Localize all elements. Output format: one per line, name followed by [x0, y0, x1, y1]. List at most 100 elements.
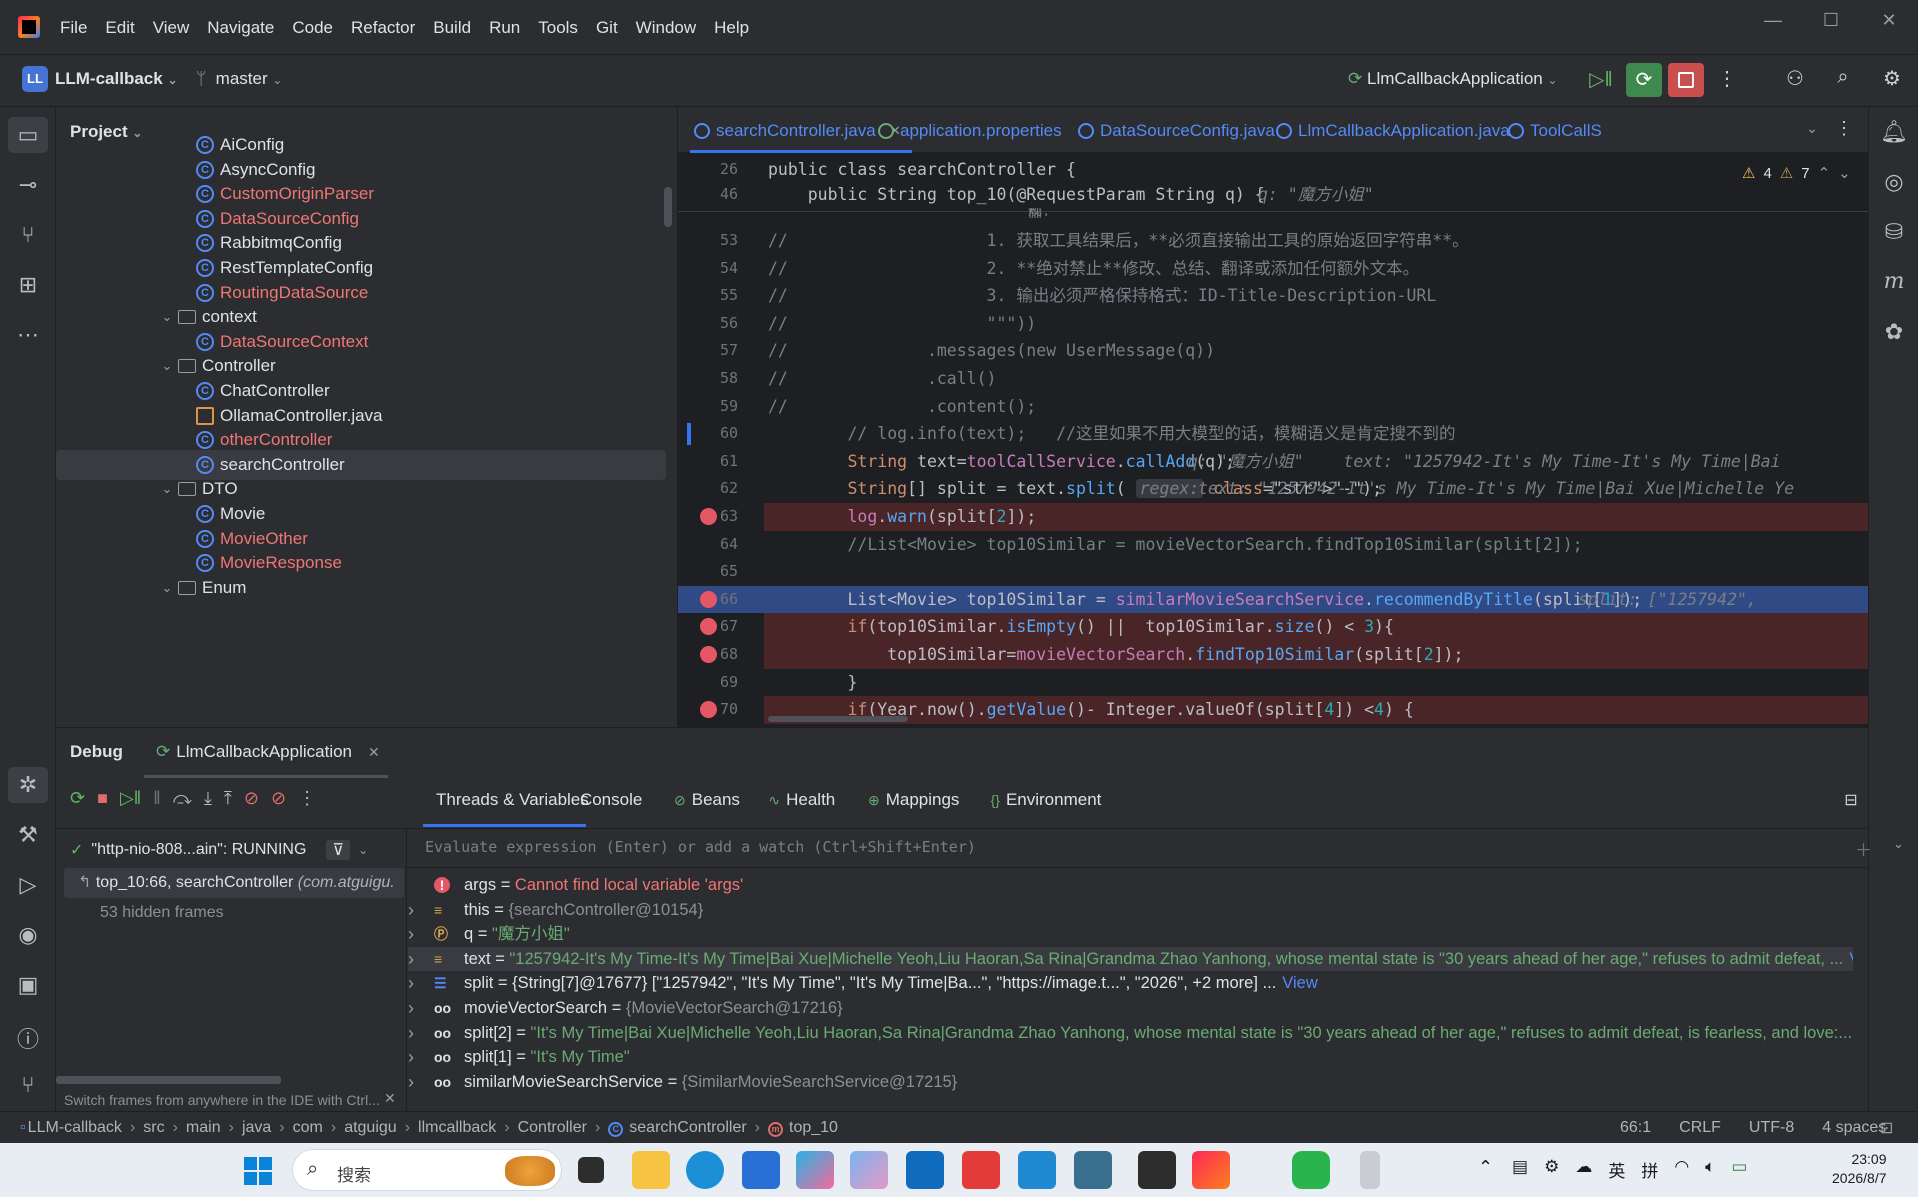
ime-english[interactable]: 英: [1608, 1157, 1625, 1182]
view-link[interactable]: View: [1282, 974, 1317, 992]
chevron-down-icon[interactable]: ⌄: [156, 580, 178, 596]
code-line[interactable]: 59 // .content();: [678, 393, 1868, 421]
code-line[interactable]: 68 top10Similar=movieVectorSearch.findTo…: [678, 641, 1868, 669]
menu-tools[interactable]: Tools: [538, 18, 578, 38]
clock[interactable]: 23:09 2026/8/7: [1832, 1150, 1887, 1188]
maximize-icon[interactable]: ☐: [1802, 10, 1860, 31]
breakpoint-icon[interactable]: [700, 508, 717, 525]
thread-selector[interactable]: ✓ "http-nio-808...ain": RUNNING ⊽ ⌄: [70, 840, 368, 860]
stop-button[interactable]: [1668, 63, 1704, 97]
menu-code[interactable]: Code: [292, 18, 333, 38]
resume-icon[interactable]: ▷‖: [120, 788, 141, 809]
code-line[interactable]: 56 // """)): [678, 310, 1868, 338]
database-icon[interactable]: ⛁: [1869, 219, 1918, 245]
frames-scrollbar[interactable]: [56, 1076, 281, 1084]
arrow-down-icon[interactable]: ⌄: [1838, 164, 1851, 182]
debug-tab-environment[interactable]: {} Environment: [991, 790, 1102, 810]
expand-chevron-icon[interactable]: ›: [408, 947, 414, 972]
chevron-down-icon[interactable]: ⌄: [156, 481, 178, 497]
phone-link-icon[interactable]: [1360, 1151, 1380, 1189]
menu-run[interactable]: Run: [489, 18, 520, 38]
problems-icon[interactable]: ⓘ: [0, 1022, 56, 1054]
rerun-icon[interactable]: ⟳: [70, 788, 85, 809]
wechat-icon[interactable]: [1292, 1151, 1330, 1189]
variable-row[interactable]: › oo split[1] = "It's My Time": [408, 1045, 1853, 1070]
expand-chevron-icon[interactable]: ›: [408, 971, 414, 996]
breadcrumb-item[interactable]: java: [242, 1119, 271, 1137]
tree-item-enum[interactable]: ⌄ Enum: [56, 573, 666, 603]
terminal-app-icon[interactable]: [1138, 1151, 1176, 1189]
hidden-frames[interactable]: 53 hidden frames: [100, 904, 224, 922]
menu-edit[interactable]: Edit: [105, 18, 134, 38]
plugin-icon[interactable]: ✿: [1869, 319, 1918, 345]
mute-breakpoints-icon[interactable]: ⊘: [271, 788, 286, 809]
git-icon[interactable]: ⑂: [0, 1072, 56, 1098]
menu-window[interactable]: Window: [636, 18, 696, 38]
expand-chevron-icon[interactable]: ›: [408, 898, 414, 923]
editor-tab[interactable]: application.properties: [878, 121, 1062, 141]
commit-icon[interactable]: ⊸: [0, 172, 56, 198]
code-line[interactable]: 62 String[] split = text.split( regex: c…: [678, 475, 1868, 503]
debug-tab-threads-variables[interactable]: Threads & Variables: [436, 790, 589, 810]
editor-scrollbar[interactable]: [1853, 215, 1861, 715]
variable-row[interactable]: ! args = Cannot find local variable 'args…: [408, 873, 1853, 898]
expand-chevron-icon[interactable]: ›: [408, 1070, 414, 1095]
lock-icon[interactable]: ⊡: [1880, 1118, 1893, 1138]
variable-row[interactable]: › Ⓟq = "魔方小姐": [408, 922, 1853, 947]
breadcrumb-item[interactable]: atguigu: [344, 1119, 397, 1137]
close-tab-icon[interactable]: ✕: [368, 744, 380, 761]
close-hint-icon[interactable]: ✕: [384, 1090, 396, 1107]
code-line[interactable]: 66 List<Movie> top10Similar = similarMov…: [678, 585, 1868, 614]
editor-tab[interactable]: ToolCallS: [1508, 121, 1602, 141]
menu-file[interactable]: File: [60, 18, 87, 38]
run-config-selector[interactable]: ⟳ LlmCallbackApplication ⌄: [1348, 69, 1558, 89]
menu-help[interactable]: Help: [714, 18, 749, 38]
menu-git[interactable]: Git: [596, 18, 618, 38]
store-icon[interactable]: [742, 1151, 780, 1189]
breadcrumb-item[interactable]: main: [186, 1119, 221, 1137]
cloud-icon[interactable]: ☁: [1575, 1157, 1592, 1182]
more-tools-icon[interactable]: ⋯: [0, 322, 56, 348]
wps-icon[interactable]: [962, 1151, 1000, 1189]
file-explorer-icon[interactable]: [632, 1151, 670, 1189]
expand-chevron-icon[interactable]: ›: [408, 1021, 414, 1046]
menu-navigate[interactable]: Navigate: [207, 18, 274, 38]
view-breakpoints-icon[interactable]: ⊘: [244, 788, 259, 809]
evaluate-input[interactable]: Evaluate expression (Enter) or add a wat…: [407, 828, 1904, 868]
vscode-icon[interactable]: [1018, 1151, 1056, 1189]
code-line[interactable]: 69 }: [678, 669, 1868, 697]
arrow-up-icon[interactable]: ⌃: [1818, 164, 1831, 182]
variable-row[interactable]: › ≡ this = {searchController@10154}: [408, 898, 1853, 923]
wifi-icon[interactable]: ◠: [1674, 1157, 1689, 1182]
breadcrumb-item[interactable]: Controller: [518, 1119, 587, 1137]
variable-row[interactable]: › oo split[2] = "It's My Time|Bai Xue|Mich…: [408, 1021, 1853, 1046]
caret-position[interactable]: 66:1: [1620, 1119, 1651, 1137]
tree-scrollbar[interactable]: [664, 187, 672, 227]
breadcrumb-item[interactable]: ▫ LLM-callback: [20, 1119, 122, 1137]
editor-tab[interactable]: searchController.java ✕: [694, 121, 901, 141]
debug-bug-icon[interactable]: ✲: [8, 767, 48, 803]
step-out-icon[interactable]: ⤒: [224, 788, 232, 809]
structure-icon[interactable]: ⊞: [0, 272, 56, 298]
code-line[interactable]: 58 // .call(): [678, 365, 1868, 393]
sticky-line[interactable]: 46 public String top_10(@RequestParam St…: [678, 182, 1868, 207]
stop-icon[interactable]: ■: [97, 788, 108, 809]
services-icon[interactable]: ◉: [0, 922, 56, 948]
threads-divider[interactable]: [406, 828, 407, 1112]
task-view-icon[interactable]: [578, 1157, 604, 1183]
sticky-line[interactable]: 26 public class searchController {: [678, 157, 1868, 182]
ime-pinyin[interactable]: 拼: [1641, 1157, 1658, 1182]
tray-chevron-icon[interactable]: ⌃: [1478, 1157, 1493, 1178]
breadcrumb-item[interactable]: com: [293, 1119, 323, 1137]
close-icon[interactable]: ✕: [1860, 10, 1918, 31]
run-icon[interactable]: ▷: [0, 872, 56, 898]
app-icon[interactable]: [850, 1151, 888, 1189]
add-watch-icon[interactable]: ＋: [1855, 836, 1872, 861]
code-line[interactable]: 54 // 2. **绝对禁止**修改、总结、翻译或添加任何额外文本。: [678, 255, 1868, 283]
expand-chevron-icon[interactable]: ›: [408, 996, 414, 1021]
windows-start-icon[interactable]: [244, 1157, 272, 1185]
filter-icon[interactable]: ⊽: [326, 840, 351, 860]
battery-icon[interactable]: ▭: [1731, 1157, 1747, 1182]
breadcrumb-item[interactable]: m top_10: [768, 1119, 838, 1137]
vars-scrollbar[interactable]: [1856, 873, 1864, 1103]
